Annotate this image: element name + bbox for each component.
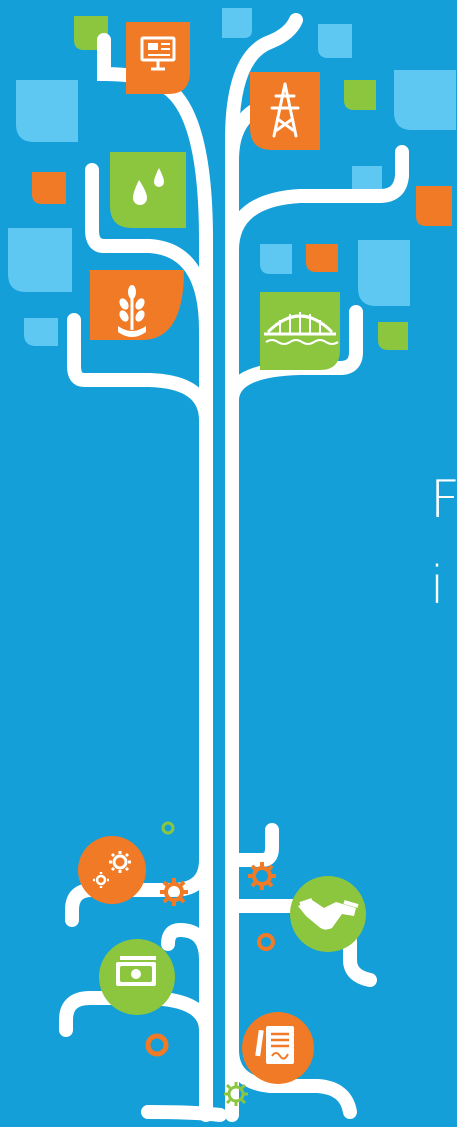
leaf-blue-right-large xyxy=(394,70,456,130)
root-mid-left xyxy=(161,922,213,967)
leaf-blue-left-mid xyxy=(8,228,72,292)
ring-green-small xyxy=(161,821,175,835)
leaf-orange-right xyxy=(416,186,452,226)
handshake-icon xyxy=(290,876,366,952)
tree-illustration xyxy=(8,8,456,1122)
wheat-icon xyxy=(89,269,184,340)
root-bottom xyxy=(141,1105,227,1122)
small-gear-orange-right xyxy=(248,862,276,890)
branch-top-left xyxy=(96,33,214,437)
leaf-orange-mid-small xyxy=(306,244,338,272)
water-drops-icon xyxy=(110,152,186,228)
root-icons xyxy=(78,821,366,1106)
leaf-blue-top xyxy=(222,8,252,38)
gears-icon xyxy=(78,836,146,904)
leaf-blue-mid-small xyxy=(260,244,292,274)
power-tower-icon xyxy=(250,72,320,150)
headline-line-2: i xyxy=(430,556,445,616)
leaf-blue-left-large xyxy=(16,80,78,142)
leaf-green-right-small xyxy=(344,80,376,110)
leaf-green-right-mid xyxy=(378,322,408,350)
ring-orange-bottom xyxy=(145,1033,169,1057)
leaf-blue-topright xyxy=(318,24,352,58)
bridge-icon xyxy=(260,292,340,370)
leaf-blue-right-mid xyxy=(358,240,410,306)
money-icon xyxy=(99,939,175,1015)
computer-monitor-icon xyxy=(126,22,190,94)
leaf-orange-left xyxy=(32,172,66,204)
document-signature-icon xyxy=(242,1012,314,1084)
leaf-blue-left-small xyxy=(24,318,58,346)
headline-line-1: F xyxy=(430,470,457,530)
ring-orange-small xyxy=(257,933,275,951)
